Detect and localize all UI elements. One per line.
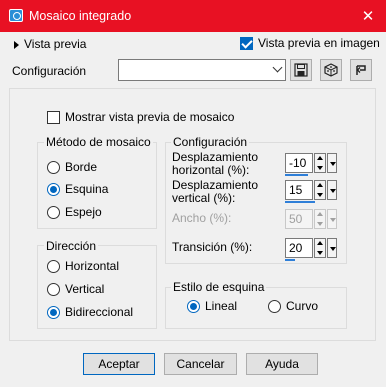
configuration-group-title: Configuración: [171, 135, 250, 149]
width-input: 50: [285, 209, 313, 229]
h-offset-spinner[interactable]: -10: [285, 153, 337, 176]
direction-option-bidireccional[interactable]: Bidireccional: [47, 305, 134, 320]
arrow-down-icon[interactable]: [317, 251, 323, 255]
method-option-label: Espejo: [65, 205, 102, 219]
random-button[interactable]: [320, 59, 342, 81]
config-label: Configuración: [12, 64, 87, 78]
show-mosaic-preview-checkbox[interactable]: Mostrar vista previa de mosaico: [47, 110, 235, 125]
reset-button[interactable]: [350, 59, 372, 81]
transition-level-bar: [285, 259, 295, 261]
transition-slider-button[interactable]: [327, 238, 337, 258]
h-offset-label: Desplazamiento horizontal (%):: [172, 151, 258, 177]
close-button[interactable]: ✕: [350, 0, 386, 32]
direction-option-label: Bidireccional: [65, 305, 134, 319]
title-bar: Mosaico integrado ✕: [0, 0, 386, 32]
show-mosaic-preview-label: Mostrar vista previa de mosaico: [65, 110, 235, 124]
corner-option-label: Curvo: [286, 299, 319, 313]
config-combobox[interactable]: [118, 59, 286, 81]
v-offset-label: Desplazamiento vertical (%):: [172, 179, 258, 205]
cancel-button[interactable]: Cancelar: [164, 353, 237, 375]
h-offset-label-line2: horizontal (%):: [172, 163, 250, 177]
v-offset-level-bar: [285, 201, 315, 203]
checkbox-icon[interactable]: [240, 37, 253, 51]
accept-button[interactable]: Aceptar: [83, 353, 155, 375]
h-offset-arrows[interactable]: [314, 153, 326, 173]
radio-icon[interactable]: [47, 161, 60, 175]
arrow-down-icon[interactable]: [317, 193, 323, 197]
h-offset-slider-button[interactable]: [327, 153, 337, 173]
corner-option-label: Lineal: [205, 299, 238, 313]
radio-icon[interactable]: [47, 306, 60, 320]
h-offset-level-bar: [285, 174, 308, 176]
arrow-up-icon: [317, 212, 323, 216]
v-offset-input[interactable]: 15: [285, 180, 313, 200]
arrow-up-icon[interactable]: [317, 241, 323, 245]
preview-toggle[interactable]: Vista previa: [14, 37, 86, 51]
preview-in-image-checkbox[interactable]: Vista previa en imagen: [240, 36, 380, 51]
radio-icon[interactable]: [47, 283, 60, 297]
corner-option-curvo[interactable]: Curvo: [268, 299, 319, 314]
chevron-down-icon: [272, 62, 283, 73]
width-spinner: 50: [285, 209, 337, 229]
dice-icon: [324, 63, 338, 77]
radio-icon[interactable]: [47, 260, 60, 274]
method-option-label: Borde: [65, 160, 98, 174]
window-title: Mosaico integrado: [29, 9, 132, 23]
v-offset-label-line2: vertical (%):: [172, 191, 236, 205]
help-button[interactable]: Ayuda: [246, 353, 318, 375]
transition-input[interactable]: 20: [285, 238, 313, 258]
v-offset-spinner[interactable]: 15: [285, 180, 337, 203]
radio-icon[interactable]: [47, 206, 60, 220]
corner-style-group-title: Estilo de esquina: [171, 280, 267, 294]
transition-arrows[interactable]: [314, 238, 326, 258]
arrow-down-icon: [317, 222, 323, 226]
v-offset-arrows[interactable]: [314, 180, 326, 200]
transition-label: Transición (%):: [172, 240, 253, 254]
method-option-espejo[interactable]: Espejo: [47, 205, 102, 220]
preview-label: Vista previa: [24, 37, 87, 51]
save-icon: [294, 63, 308, 77]
method-option-label: Esquina: [65, 182, 109, 196]
radio-icon[interactable]: [187, 300, 200, 314]
v-offset-slider-button[interactable]: [327, 180, 337, 200]
arrow-up-icon[interactable]: [317, 156, 323, 160]
expand-triangle-icon: [14, 40, 19, 49]
direction-option-horizontal[interactable]: Horizontal: [47, 259, 120, 274]
camera-icon: [9, 9, 23, 22]
direction-option-label: Horizontal: [65, 259, 120, 273]
reset-icon: [356, 65, 366, 75]
method-option-esquina[interactable]: Esquina: [47, 182, 109, 197]
method-group-title: Método de mosaico: [44, 135, 153, 149]
radio-icon[interactable]: [47, 183, 60, 197]
preview-in-image-label: Vista previa en imagen: [258, 36, 380, 50]
width-slider-button: [327, 209, 337, 229]
save-preset-button[interactable]: [290, 59, 312, 81]
width-label: Ancho (%):: [172, 211, 232, 225]
h-offset-input[interactable]: -10: [285, 153, 313, 173]
arrow-up-icon[interactable]: [317, 183, 323, 187]
direction-option-vertical[interactable]: Vertical: [47, 282, 105, 297]
radio-icon[interactable]: [268, 300, 281, 314]
direction-option-label: Vertical: [65, 282, 105, 296]
corner-option-lineal[interactable]: Lineal: [187, 299, 238, 314]
checkbox-icon[interactable]: [47, 111, 60, 125]
arrow-down-icon[interactable]: [317, 166, 323, 170]
width-arrows: [314, 209, 326, 229]
method-option-borde[interactable]: Borde: [47, 160, 98, 175]
transition-spinner[interactable]: 20: [285, 238, 337, 261]
direction-group-title: Dirección: [44, 239, 99, 253]
